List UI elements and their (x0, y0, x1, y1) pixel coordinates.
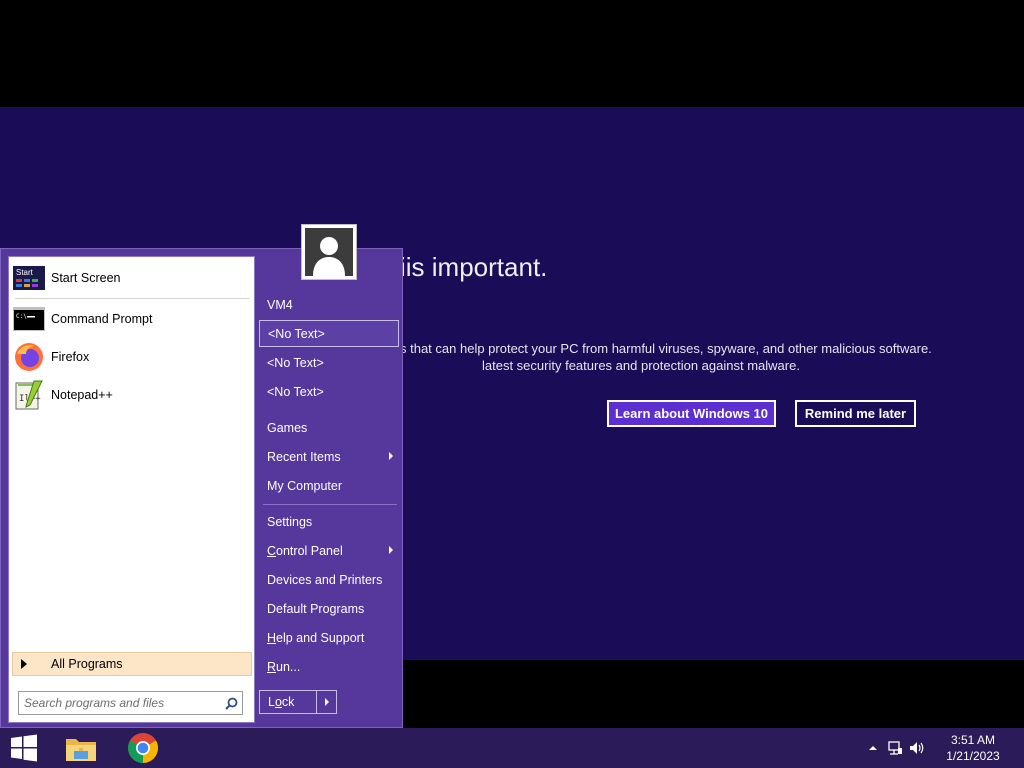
shutdown-options-button[interactable] (317, 691, 336, 713)
command-prompt-icon: C:\ (13, 303, 45, 335)
recent-items-item[interactable]: Recent Items (259, 443, 399, 470)
user-silhouette-icon (305, 228, 353, 276)
program-label: Notepad++ (51, 388, 113, 402)
program-label: Command Prompt (51, 312, 153, 326)
notification-description-line1: s that can help protect your PC from har… (400, 341, 932, 356)
program-label: Start Screen (51, 271, 121, 285)
control-panel-label: Control Panel (267, 543, 343, 558)
notification-description-line2: latest security features and protection … (482, 358, 800, 373)
program-command-prompt[interactable]: C:\ Command Prompt (13, 302, 251, 336)
no-text-item-3[interactable]: <No Text> (259, 378, 399, 405)
run-item[interactable]: Run... (259, 653, 399, 680)
program-notepad-plus-plus[interactable]: Il++ Notepad++ (13, 378, 251, 412)
notification-title: iis important. (400, 252, 547, 283)
start-menu: Start Start Screen C:\ Command Prompt Fi… (0, 224, 403, 728)
clock-date: 1/21/2023 (946, 749, 1000, 763)
network-icon (888, 741, 902, 755)
settings-item[interactable]: Settings (259, 508, 399, 535)
clock[interactable]: 3:51 AM 1/21/2023 (928, 732, 1018, 764)
start-menu-programs-pane: Start Start Screen C:\ Command Prompt Fi… (8, 256, 255, 723)
speaker-icon (910, 742, 924, 754)
show-hidden-icons-button[interactable] (862, 737, 884, 759)
clock-time: 3:51 AM (950, 733, 996, 747)
search-icon[interactable] (220, 697, 242, 710)
all-programs-button[interactable]: All Programs (12, 652, 252, 676)
volume-control[interactable] (906, 737, 928, 759)
program-start-screen[interactable]: Start Start Screen (13, 261, 251, 295)
chrome-icon (128, 733, 159, 763)
search-input[interactable] (19, 696, 220, 710)
control-panel-item[interactable]: Control Panel (259, 537, 399, 564)
notification-description: s that can help protect your PC from har… (400, 340, 960, 374)
submenu-arrow-icon (389, 546, 393, 554)
recent-items-label: Recent Items (267, 449, 341, 464)
chevron-up-icon (869, 746, 877, 750)
notepad-plus-plus-icon: Il++ (13, 379, 45, 411)
all-programs-label: All Programs (51, 657, 123, 671)
windows-start-icon (11, 734, 37, 762)
svg-text:C:\: C:\ (16, 313, 27, 320)
system-tray: 3:51 AM 1/21/2023 (862, 728, 1024, 768)
start-screen-icon: Start (13, 262, 45, 294)
search-box[interactable] (18, 691, 243, 715)
no-text-item-1[interactable]: <No Text> (259, 320, 399, 347)
user-avatar[interactable] (301, 224, 357, 280)
notification-title-text: is important. (405, 252, 548, 282)
program-label: Firefox (51, 350, 90, 364)
lock-button-group: Lo ck (259, 690, 337, 714)
learn-about-windows-10-button[interactable]: Learn about Windows 10 (607, 400, 776, 427)
submenu-arrow-icon (389, 452, 393, 460)
svg-text:Start: Start (16, 268, 34, 277)
network-status[interactable] (884, 737, 906, 759)
chevron-right-icon (324, 698, 329, 706)
desktop: y b iis important. s that can help prote… (0, 0, 1024, 768)
lock-button[interactable]: Lo ck (260, 691, 317, 713)
menu-separator (263, 504, 397, 505)
no-text-item-2[interactable]: <No Text> (259, 349, 399, 376)
firefox-icon (13, 341, 45, 373)
my-computer-item[interactable]: My Computer (259, 472, 399, 499)
default-programs-item[interactable]: Default Programs (259, 595, 399, 622)
remind-me-later-button[interactable]: Remind me later (795, 400, 916, 427)
program-firefox[interactable]: Firefox (13, 340, 251, 374)
help-and-support-item[interactable]: Help and Support (259, 624, 399, 651)
file-explorer-icon (66, 739, 96, 761)
games-item[interactable]: Games (259, 414, 399, 441)
programs-separator (15, 298, 250, 299)
user-folder-item[interactable]: VM4 (259, 291, 399, 318)
devices-and-printers-item[interactable]: Devices and Printers (259, 566, 399, 593)
expand-triangle-icon (21, 659, 27, 669)
chrome-taskbar-button[interactable] (121, 730, 165, 766)
taskbar: 3:51 AM 1/21/2023 (0, 728, 1024, 768)
start-button[interactable] (2, 730, 46, 766)
file-explorer-taskbar-button[interactable] (59, 730, 103, 766)
